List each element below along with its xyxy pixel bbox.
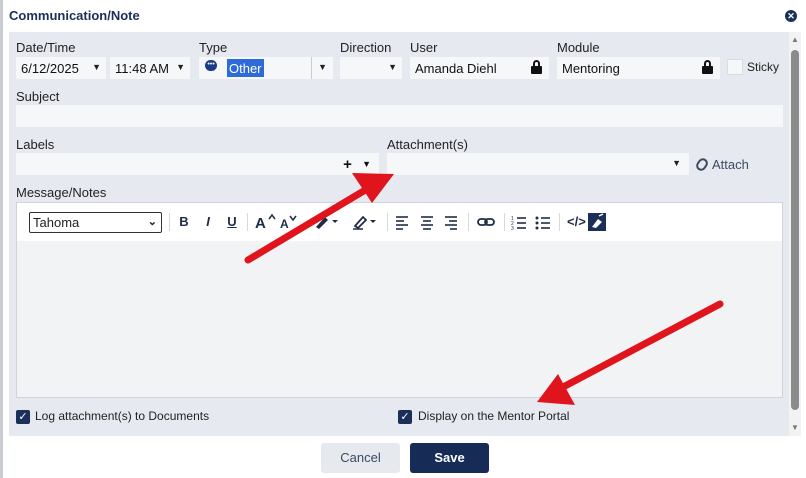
user-field: Amanda Diehl — [410, 57, 549, 79]
chevron-down-icon[interactable]: ▼ — [672, 158, 681, 168]
log-attachments-checkbox[interactable]: ✓ — [16, 410, 30, 424]
sticky-checkbox[interactable] — [727, 59, 743, 75]
align-right-icon[interactable] — [443, 213, 459, 231]
chevron-down-icon[interactable]: ▼ — [318, 62, 327, 72]
italic-button[interactable]: I — [200, 213, 216, 231]
toolbar-divider — [247, 213, 248, 231]
close-icon[interactable]: ✕ — [785, 10, 797, 22]
font-size-decrease-icon[interactable]: A — [279, 213, 299, 231]
font-family-value: Tahoma — [33, 215, 80, 230]
link-icon[interactable] — [476, 213, 496, 231]
lock-icon — [531, 60, 542, 74]
module-value: Mentoring — [562, 61, 620, 76]
scroll-thumb[interactable] — [791, 50, 799, 410]
toolbar-divider — [504, 213, 505, 231]
display-portal-label: Display on the Mentor Portal — [418, 409, 570, 423]
svg-text:A: A — [280, 217, 289, 231]
bold-button[interactable]: B — [176, 213, 192, 231]
labels-controls: + ▼ — [343, 156, 371, 173]
labels-input[interactable]: + ▼ — [16, 153, 379, 175]
type-dropdown-toggle[interactable]: ▼ — [311, 57, 333, 79]
user-label: User — [410, 40, 438, 55]
paperclip-icon — [694, 156, 710, 173]
scroll-up-icon[interactable]: ▲ — [789, 36, 801, 44]
sticky-label: Sticky — [747, 60, 780, 74]
subject-input[interactable] — [16, 105, 783, 127]
add-label-icon[interactable]: + — [343, 156, 352, 173]
message-editor: Tahoma ⌄ B I U A A 1 2 3 </> — [16, 202, 783, 398]
chevron-down-icon[interactable]: ▼ — [176, 62, 185, 72]
time-field[interactable]: 11:48 AM ▼ — [110, 57, 190, 79]
align-center-icon[interactable] — [419, 213, 435, 231]
attachments-select[interactable]: ▼ — [387, 153, 689, 175]
toolbar-divider — [559, 213, 560, 231]
labels-label: Labels — [16, 137, 55, 152]
font-size-increase-icon[interactable]: A — [254, 213, 276, 232]
underline-button[interactable]: U — [224, 213, 240, 231]
save-button[interactable]: Save — [410, 443, 489, 473]
subject-label: Subject — [16, 89, 60, 104]
type-label: Type — [199, 40, 228, 55]
module-label: Module — [557, 40, 600, 55]
communication-note-dialog: Communication/Note ✕ ▲ ▼ Date/Time Type … — [0, 0, 806, 478]
type-value: Other — [227, 59, 264, 77]
clear-formatting-icon[interactable] — [588, 213, 606, 231]
font-family-select[interactable]: Tahoma ⌄ — [29, 212, 162, 233]
chevron-down-icon[interactable]: ▼ — [362, 159, 371, 169]
message-label: Message/Notes — [16, 185, 107, 200]
time-value: 11:48 AM — [115, 61, 169, 76]
module-field: Mentoring — [557, 57, 720, 79]
cancel-button[interactable]: Cancel — [321, 443, 400, 473]
lock-icon — [702, 60, 713, 74]
toolbar-divider — [387, 213, 388, 231]
attach-button[interactable]: Attach — [694, 156, 749, 173]
date-time-label: Date/Time — [16, 40, 76, 55]
chevron-down-icon[interactable]: ▼ — [92, 62, 101, 72]
numbered-list-icon[interactable]: 123 — [511, 213, 527, 232]
message-textarea[interactable] — [17, 241, 782, 397]
align-left-icon[interactable] — [394, 213, 410, 231]
scroll-down-icon[interactable]: ▼ — [789, 424, 801, 432]
vertical-scrollbar[interactable]: ▲ ▼ — [789, 32, 801, 436]
chevron-down-icon[interactable]: ▼ — [388, 62, 397, 72]
log-attachments-label: Log attachment(s) to Documents — [35, 409, 210, 423]
text-color-icon[interactable] — [313, 213, 341, 231]
svg-text:A: A — [255, 215, 266, 231]
user-value: Amanda Diehl — [415, 61, 497, 76]
bullet-list-icon[interactable] — [535, 213, 551, 231]
editor-toolbar: Tahoma ⌄ B I U A A 1 2 3 </> — [17, 203, 782, 241]
toolbar-divider — [468, 213, 469, 231]
date-field[interactable]: 6/12/2025 ▼ — [16, 57, 106, 79]
dialog-titlebar: Communication/Note ✕ — [3, 0, 806, 32]
dialog-title: Communication/Note — [9, 8, 140, 23]
toolbar-divider — [169, 213, 170, 231]
attachments-label: Attachment(s) — [387, 137, 468, 152]
type-select[interactable]: ••• Other ▼ — [199, 57, 333, 79]
date-value: 6/12/2025 — [21, 61, 79, 76]
dialog-left-edge — [0, 0, 3, 478]
highlight-color-icon[interactable] — [351, 213, 379, 231]
attach-label: Attach — [712, 157, 749, 172]
chat-bubble-icon: ••• — [205, 60, 217, 71]
svg-text:3: 3 — [511, 226, 514, 231]
display-portal-checkbox[interactable]: ✓ — [398, 410, 412, 424]
source-code-icon[interactable]: </> — [567, 213, 586, 231]
direction-select[interactable]: ▼ — [340, 57, 402, 79]
chevron-down-icon[interactable]: ⌄ — [148, 213, 157, 232]
direction-label: Direction — [340, 40, 392, 55]
